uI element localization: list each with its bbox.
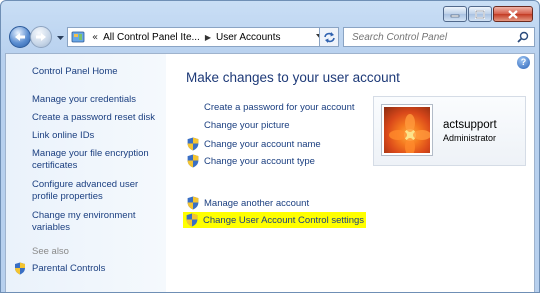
forward-arrow-icon xyxy=(36,33,46,41)
avatar xyxy=(382,105,432,155)
close-button[interactable] xyxy=(493,6,533,22)
manage-another-account-label: Manage another account xyxy=(204,197,310,209)
address-bar[interactable]: « All Control Panel Ite... ▶ User Accoun… xyxy=(67,27,329,47)
change-account-type-link[interactable]: Change your account type xyxy=(186,154,315,168)
link-online-ids-link[interactable]: Link online IDs xyxy=(32,130,162,142)
create-password-link[interactable]: Create a password for your account xyxy=(204,102,355,113)
control-panel-home-link[interactable]: Control Panel Home xyxy=(32,66,162,78)
help-button[interactable]: ? xyxy=(517,56,530,69)
create-password-label: Create a password for your account xyxy=(204,102,355,113)
caption-buttons xyxy=(443,6,533,22)
parental-controls-link[interactable]: Parental Controls xyxy=(14,262,105,275)
change-environment-variables-link[interactable]: Change my environment variables xyxy=(32,210,162,234)
content-area: Control Panel Home Manage your credentia… xyxy=(5,53,535,292)
change-account-name-link[interactable]: Change your account name xyxy=(186,137,321,151)
refresh-button[interactable] xyxy=(319,27,339,47)
see-also-heading: See also xyxy=(32,246,69,257)
help-icon: ? xyxy=(520,57,527,67)
control-panel-icon xyxy=(71,31,85,43)
change-account-type-label: Change your account type xyxy=(204,155,315,167)
back-button[interactable] xyxy=(9,26,31,48)
maximize-icon xyxy=(475,9,485,19)
chevron-down-icon xyxy=(56,35,64,40)
refresh-icon xyxy=(323,31,335,43)
shield-icon xyxy=(187,137,199,151)
manage-credentials-link[interactable]: Manage your credentials xyxy=(32,94,162,106)
shield-icon xyxy=(187,154,199,168)
change-picture-label: Change your picture xyxy=(204,120,290,131)
account-role: Administrator xyxy=(443,133,497,143)
recent-pages-button[interactable] xyxy=(55,33,65,43)
search-input[interactable] xyxy=(350,30,514,44)
minimize-button[interactable] xyxy=(443,6,467,22)
breadcrumb-overflow[interactable]: « xyxy=(92,32,98,43)
change-account-name-label: Change your account name xyxy=(204,138,321,150)
minimize-icon xyxy=(450,14,460,18)
breadcrumb-user-accounts[interactable]: User Accounts xyxy=(216,32,280,43)
breadcrumb-all-control-panel[interactable]: All Control Panel Ite... xyxy=(103,32,200,43)
navigation-bar: « All Control Panel Ite... ▶ User Accoun… xyxy=(6,25,535,51)
change-uac-settings-link[interactable]: Change User Account Control settings xyxy=(183,212,367,228)
account-card: actsupport Administrator xyxy=(373,96,526,166)
maximize-button[interactable] xyxy=(468,6,492,22)
parental-controls-label: Parental Controls xyxy=(32,263,106,274)
shield-icon xyxy=(187,196,199,210)
back-arrow-icon xyxy=(15,33,25,41)
shield-icon xyxy=(15,262,25,275)
back-forward-group xyxy=(6,25,76,51)
flower-picture-icon xyxy=(389,114,430,153)
close-icon xyxy=(508,9,518,19)
search-icon[interactable] xyxy=(517,31,529,43)
forward-button[interactable] xyxy=(30,26,52,48)
breadcrumb-separator-icon[interactable]: ▶ xyxy=(205,33,211,42)
create-password-reset-disk-link[interactable]: Create a password reset disk xyxy=(32,112,162,124)
page-title: Make changes to your user account xyxy=(186,70,400,85)
manage-another-account-link[interactable]: Manage another account xyxy=(186,196,309,210)
manage-file-encryption-link[interactable]: Manage your file encryption certificates xyxy=(32,148,162,172)
window: « All Control Panel Ite... ▶ User Accoun… xyxy=(0,0,540,293)
search-box xyxy=(343,27,535,47)
change-uac-settings-label: Change User Account Control settings xyxy=(203,214,365,226)
change-picture-link[interactable]: Change your picture xyxy=(204,120,290,131)
account-name: actsupport xyxy=(443,119,497,131)
shield-icon xyxy=(186,213,198,227)
left-pane: Control Panel Home Manage your credentia… xyxy=(6,54,166,292)
configure-user-profile-link[interactable]: Configure advanced user profile properti… xyxy=(32,179,162,203)
